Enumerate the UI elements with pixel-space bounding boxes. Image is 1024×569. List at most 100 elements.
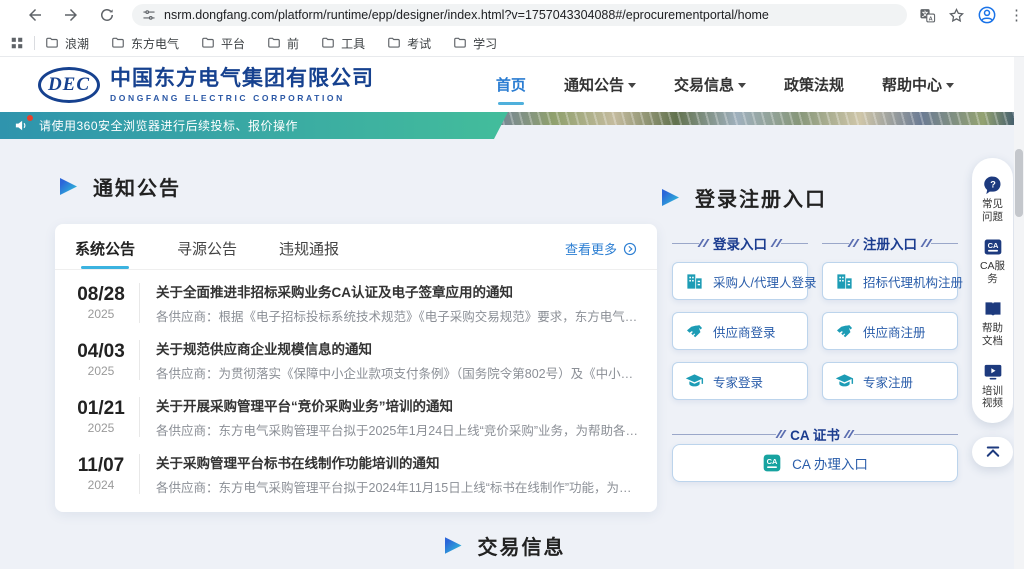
view-more-label: 查看更多 <box>565 239 617 258</box>
tab-violation-reports[interactable]: 违规通报 <box>279 238 339 269</box>
reload-icon[interactable] <box>98 6 116 24</box>
view-more-link[interactable]: 查看更多 <box>565 239 637 268</box>
bookmark-label: 平台 <box>221 35 245 52</box>
divider <box>139 454 140 494</box>
announcement-date: 01/21 2025 <box>63 398 139 435</box>
scrollbar-track[interactable] <box>1014 57 1024 569</box>
register-entry-header: 注册入口 <box>822 233 958 253</box>
browser-toolbar: nsrm.dongfang.com/platform/runtime/epp/d… <box>0 0 1024 30</box>
button-label: 供应商登录 <box>713 322 776 341</box>
divider <box>139 397 140 437</box>
building-icon <box>835 272 854 291</box>
folder-icon <box>201 36 215 50</box>
logo[interactable]: DEC 中国东方电气集团有限公司 DONGFANG ELECTRIC CORPO… <box>38 67 374 103</box>
button-label: 专家登录 <box>713 372 763 391</box>
tab-system-announcements[interactable]: 系统公告 <box>75 238 135 269</box>
sidebar-item-label: CA服务 <box>980 260 1006 285</box>
entry-buttons: 采购人/代理人登录 招标代理机构注册 供应商登录 供应商注册 专家登录 <box>672 262 958 400</box>
folder-icon <box>387 36 401 50</box>
back-icon[interactable] <box>26 6 44 24</box>
expert-register-button[interactable]: 专家注册 <box>822 362 958 400</box>
announcement-row[interactable]: 11/07 2024 关于采购管理平台标书在线制作功能培训的通知 各供应商：东方… <box>63 445 641 502</box>
apps-grid-icon[interactable] <box>10 36 24 50</box>
bookmark-label: 前 <box>287 35 299 52</box>
login-entry-header: 登录入口 <box>672 233 808 253</box>
nav-trade-info[interactable]: 交易信息 <box>674 68 746 101</box>
ca-service-button[interactable]: CA CA服务 <box>972 230 1013 292</box>
announcement-date: 08/28 2025 <box>63 284 139 321</box>
trade-info-section-title: 交易信息 <box>0 531 1010 560</box>
training-videos-button[interactable]: 培训视频 <box>972 355 1013 417</box>
browser-menu-icon[interactable]: ⋮ <box>1009 8 1024 23</box>
chevron-down-icon <box>946 83 954 88</box>
announcement-title[interactable]: 关于规范供应商企业规模信息的通知 <box>156 338 641 358</box>
svg-text:CA: CA <box>987 241 998 250</box>
purchaser-agent-login-button[interactable]: 采购人/代理人登录 <box>672 262 808 300</box>
faq-button[interactable]: ? 常见问题 <box>972 168 1013 230</box>
announcement-row[interactable]: 01/21 2025 关于开展采购管理平台“竞价采购业务”培训的通知 各供应商：… <box>63 388 641 445</box>
url-bar[interactable]: nsrm.dongfang.com/platform/runtime/epp/d… <box>132 4 907 26</box>
notification-dot <box>27 115 33 121</box>
company-name-cn: 中国东方电气集团有限公司 <box>110 67 374 90</box>
bookmarks-bar: 浪潮 东方电气 平台 前 工具 考试 学习 <box>0 30 1024 57</box>
bookmark-folder[interactable]: 浪潮 <box>45 35 89 52</box>
nav-announcements[interactable]: 通知公告 <box>564 68 636 101</box>
bookmark-folder[interactable]: 前 <box>267 35 299 52</box>
button-label: 招标代理机构注册 <box>863 272 963 291</box>
graduation-cap-icon <box>685 372 704 391</box>
back-to-top-button[interactable] <box>972 437 1013 467</box>
company-name-en: DONGFANG ELECTRIC CORPORATION <box>110 93 374 103</box>
bookmark-folder[interactable]: 工具 <box>321 35 365 52</box>
ca-apply-button[interactable]: CA CA 办理入口 <box>672 444 958 482</box>
divider <box>139 340 140 380</box>
translate-icon[interactable]: 文A <box>919 7 936 24</box>
bookmark-star-icon[interactable] <box>948 7 965 24</box>
announcement-title[interactable]: 关于全面推进非招标采购业务CA认证及电子签章应用的通知 <box>156 281 641 301</box>
url-text[interactable]: nsrm.dongfang.com/platform/runtime/epp/d… <box>164 8 769 22</box>
supplier-register-button[interactable]: 供应商注册 <box>822 312 958 350</box>
button-label: 专家注册 <box>863 372 913 391</box>
announcement-desc: 各供应商：东方电气采购管理平台拟于2024年11月15日上线“标书在线制作”功能… <box>156 477 641 496</box>
date-year: 2025 <box>63 307 139 321</box>
chevron-down-icon <box>738 83 746 88</box>
folder-icon <box>321 36 335 50</box>
date-year: 2024 <box>63 478 139 492</box>
bookmark-folder[interactable]: 平台 <box>201 35 245 52</box>
expert-login-button[interactable]: 专家登录 <box>672 362 808 400</box>
site-header: DEC 中国东方电气集团有限公司 DONGFANG ELECTRIC CORPO… <box>0 57 1024 112</box>
section-title-text: 登录注册入口 <box>695 183 827 212</box>
page: nsrm.dongfang.com/platform/runtime/epp/d… <box>0 0 1024 569</box>
browser-notice-banner: 请使用360安全浏览器进行后续投标、报价操作 <box>0 112 508 139</box>
ca-cert-header: CA 证书 <box>672 424 958 444</box>
bookmark-folder[interactable]: 考试 <box>387 35 431 52</box>
supplier-login-button[interactable]: 供应商登录 <box>672 312 808 350</box>
date-year: 2025 <box>63 364 139 378</box>
forward-icon[interactable] <box>62 6 80 24</box>
bookmark-label: 考试 <box>407 35 431 52</box>
bookmark-label: 学习 <box>473 35 497 52</box>
profile-avatar-icon[interactable] <box>977 5 997 25</box>
announcement-title[interactable]: 关于开展采购管理平台“竞价采购业务”培训的通知 <box>156 395 641 415</box>
sidebar-item-label: 常见问题 <box>980 198 1006 223</box>
tab-sourcing-announcements[interactable]: 寻源公告 <box>177 238 237 269</box>
bidding-agency-register-button[interactable]: 招标代理机构注册 <box>822 262 958 300</box>
announcement-title[interactable]: 关于采购管理平台标书在线制作功能培训的通知 <box>156 452 641 472</box>
help-docs-button[interactable]: 帮助文档 <box>972 292 1013 354</box>
site-settings-icon[interactable] <box>142 8 156 22</box>
nav-label: 通知公告 <box>564 74 624 95</box>
nav-policies[interactable]: 政策法规 <box>784 68 844 101</box>
announcement-row[interactable]: 08/28 2025 关于全面推进非招标采购业务CA认证及电子签章应用的通知 各… <box>63 274 641 331</box>
announcement-row[interactable]: 04/03 2025 关于规范供应商企业规模信息的通知 各供应商：为贯彻落实《保… <box>63 331 641 388</box>
scrollbar-thumb[interactable] <box>1015 149 1023 217</box>
section-arrow-icon <box>445 537 462 554</box>
nav-help-center[interactable]: 帮助中心 <box>882 68 954 101</box>
divider <box>139 283 140 323</box>
folder-icon <box>45 36 59 50</box>
button-label: CA 办理入口 <box>792 453 868 473</box>
video-icon <box>983 362 1003 382</box>
nav-home[interactable]: 首页 <box>496 68 526 101</box>
ca-badge-icon: CA <box>762 453 782 473</box>
button-label: 供应商注册 <box>863 322 926 341</box>
bookmark-folder[interactable]: 学习 <box>453 35 497 52</box>
bookmark-folder[interactable]: 东方电气 <box>111 35 179 52</box>
